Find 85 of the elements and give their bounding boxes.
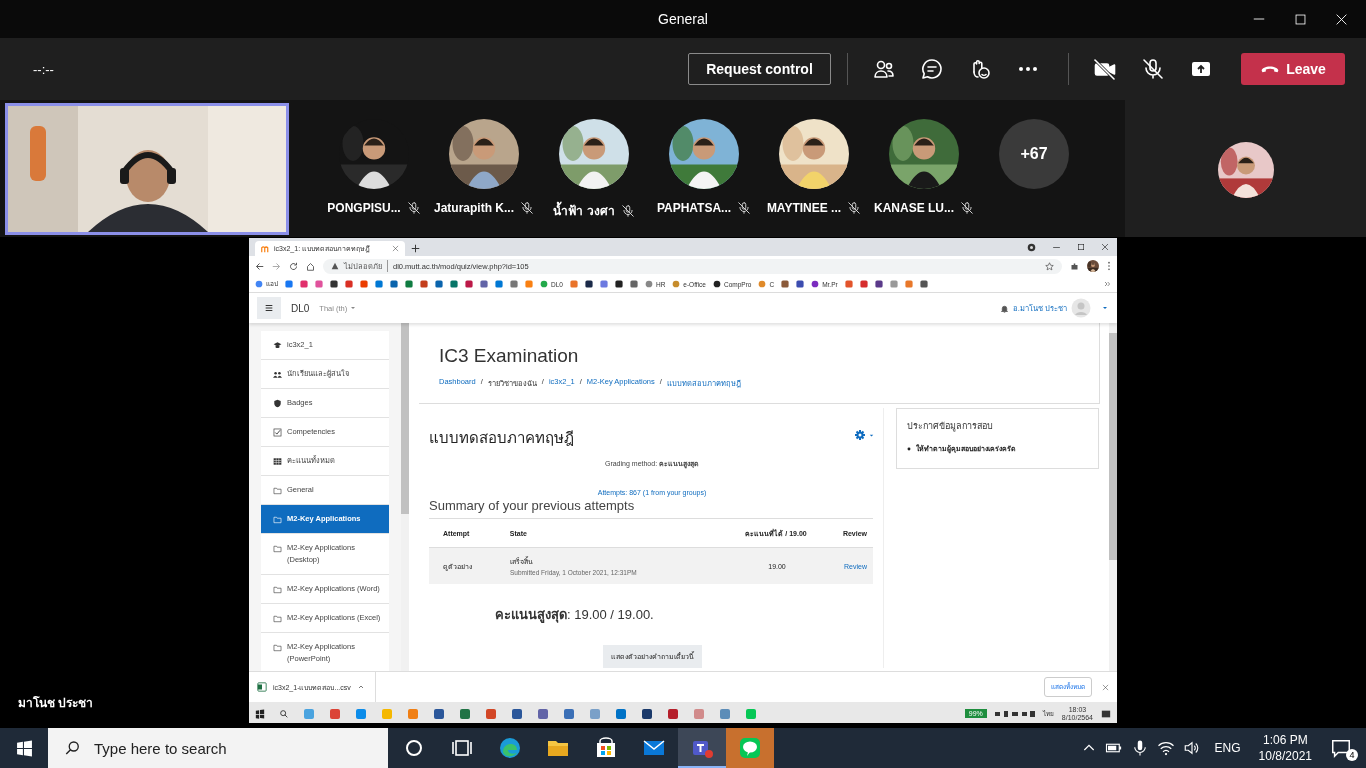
highest-grade: คะแนนสูงสุด: 19.00 / 19.00. xyxy=(495,606,655,625)
site-name[interactable]: DL0 xyxy=(291,302,310,314)
app-icon[interactable] xyxy=(511,707,523,720)
participant-name: KANASE LU... xyxy=(874,201,954,215)
restore-icon[interactable] xyxy=(1077,243,1085,251)
menu-icon xyxy=(264,303,274,313)
caret-icon xyxy=(356,683,365,691)
notification-count: 4 xyxy=(1346,749,1358,761)
search-icon xyxy=(64,739,82,757)
input-language[interactable]: ENG xyxy=(1214,741,1241,755)
bookmark-icon xyxy=(672,280,681,288)
spreadsheet-icon xyxy=(257,682,267,692)
caret-icon xyxy=(349,304,358,312)
bullet-icon xyxy=(907,446,911,451)
settings-menu[interactable] xyxy=(854,429,875,441)
block-title: ประกาศข้อมูลการสอบ xyxy=(907,420,994,433)
wifi-icon[interactable] xyxy=(1156,739,1175,757)
folder-icon xyxy=(273,485,282,495)
request-control-button[interactable]: Request control xyxy=(688,53,831,85)
folder-icon xyxy=(273,514,282,524)
chevron-icon[interactable] xyxy=(1103,280,1111,288)
app-icon[interactable] xyxy=(667,707,679,720)
tray-icon[interactable] xyxy=(994,709,1035,718)
maximize-icon[interactable] xyxy=(1294,12,1307,26)
back-icon[interactable] xyxy=(255,261,264,271)
notification-icon[interactable] xyxy=(1330,737,1352,759)
bookmark-icon xyxy=(255,280,263,288)
presenter-name: มาโนช ประชา xyxy=(18,695,94,712)
new-tab-icon[interactable] xyxy=(411,244,420,253)
scrollbar[interactable] xyxy=(1109,323,1117,671)
bookmark-icon xyxy=(712,280,721,288)
start-icon[interactable] xyxy=(255,708,265,719)
table-icon xyxy=(273,456,282,466)
bell-icon[interactable] xyxy=(999,303,1009,313)
participant-name: MAYTINEE ... xyxy=(766,201,842,215)
search-icon[interactable] xyxy=(279,708,289,719)
warning-icon xyxy=(331,262,339,270)
app-icon[interactable] xyxy=(537,707,549,720)
chat-bubble-icon[interactable] xyxy=(726,728,774,768)
window-title: General xyxy=(658,11,708,27)
app-icon[interactable] xyxy=(641,707,653,720)
volume-icon[interactable] xyxy=(1182,739,1201,757)
teams-icon[interactable] xyxy=(678,728,726,768)
leave-button[interactable]: Leave xyxy=(1241,53,1345,85)
scrollbar[interactable] xyxy=(401,323,409,671)
kebab-icon[interactable] xyxy=(1107,261,1111,271)
bookmark-icon xyxy=(758,280,767,288)
moodle-icon xyxy=(261,244,270,253)
call-timer: --:-- xyxy=(33,61,54,77)
folder-icon xyxy=(273,584,282,594)
participant-name: น้ำฟ้า วงศา xyxy=(553,201,615,220)
chat-icon[interactable] xyxy=(920,57,944,81)
graduation-cap-icon xyxy=(273,340,282,350)
folder-icon xyxy=(273,613,282,623)
settings-icon xyxy=(854,429,866,441)
extensions-icon[interactable] xyxy=(1070,261,1079,271)
participant-name: PONGPISU... xyxy=(327,201,401,215)
reload-icon[interactable] xyxy=(289,261,298,271)
app-icon[interactable] xyxy=(459,707,471,720)
record-icon[interactable] xyxy=(1027,242,1036,252)
participant-name: Jaturapith K... xyxy=(434,201,514,215)
camera-off-icon[interactable] xyxy=(1093,57,1117,81)
caret-icon[interactable] xyxy=(1101,304,1109,312)
app-icon[interactable] xyxy=(563,707,575,720)
search-field[interactable]: Type here to search xyxy=(48,728,388,768)
section-heading: Summary of your previous attempts xyxy=(429,498,636,513)
star-icon[interactable] xyxy=(1045,261,1054,271)
clock-time[interactable]: 1:06 PM xyxy=(1262,732,1308,748)
page-title: IC3 Examination xyxy=(439,345,580,367)
shield-icon xyxy=(273,398,282,408)
windows-icon xyxy=(15,739,33,757)
menu-button[interactable] xyxy=(257,297,281,319)
participant-name: PAPHATSA... xyxy=(656,201,732,215)
folder-icon xyxy=(273,543,282,553)
clock-date[interactable]: 10/8/2021 xyxy=(1258,748,1312,764)
app-icon[interactable] xyxy=(433,707,445,720)
overflow-count[interactable]: +67 xyxy=(999,119,1069,189)
quiz-title: แบบทดสอบภาคทฤษฎี xyxy=(429,428,574,448)
mic-off-icon[interactable] xyxy=(1141,57,1165,81)
checkbox-icon xyxy=(273,427,282,437)
app-icon[interactable] xyxy=(615,707,627,720)
notification-icon[interactable] xyxy=(1101,708,1111,719)
users-icon xyxy=(273,369,282,379)
home-icon[interactable] xyxy=(306,261,315,271)
folder-icon xyxy=(273,642,282,652)
